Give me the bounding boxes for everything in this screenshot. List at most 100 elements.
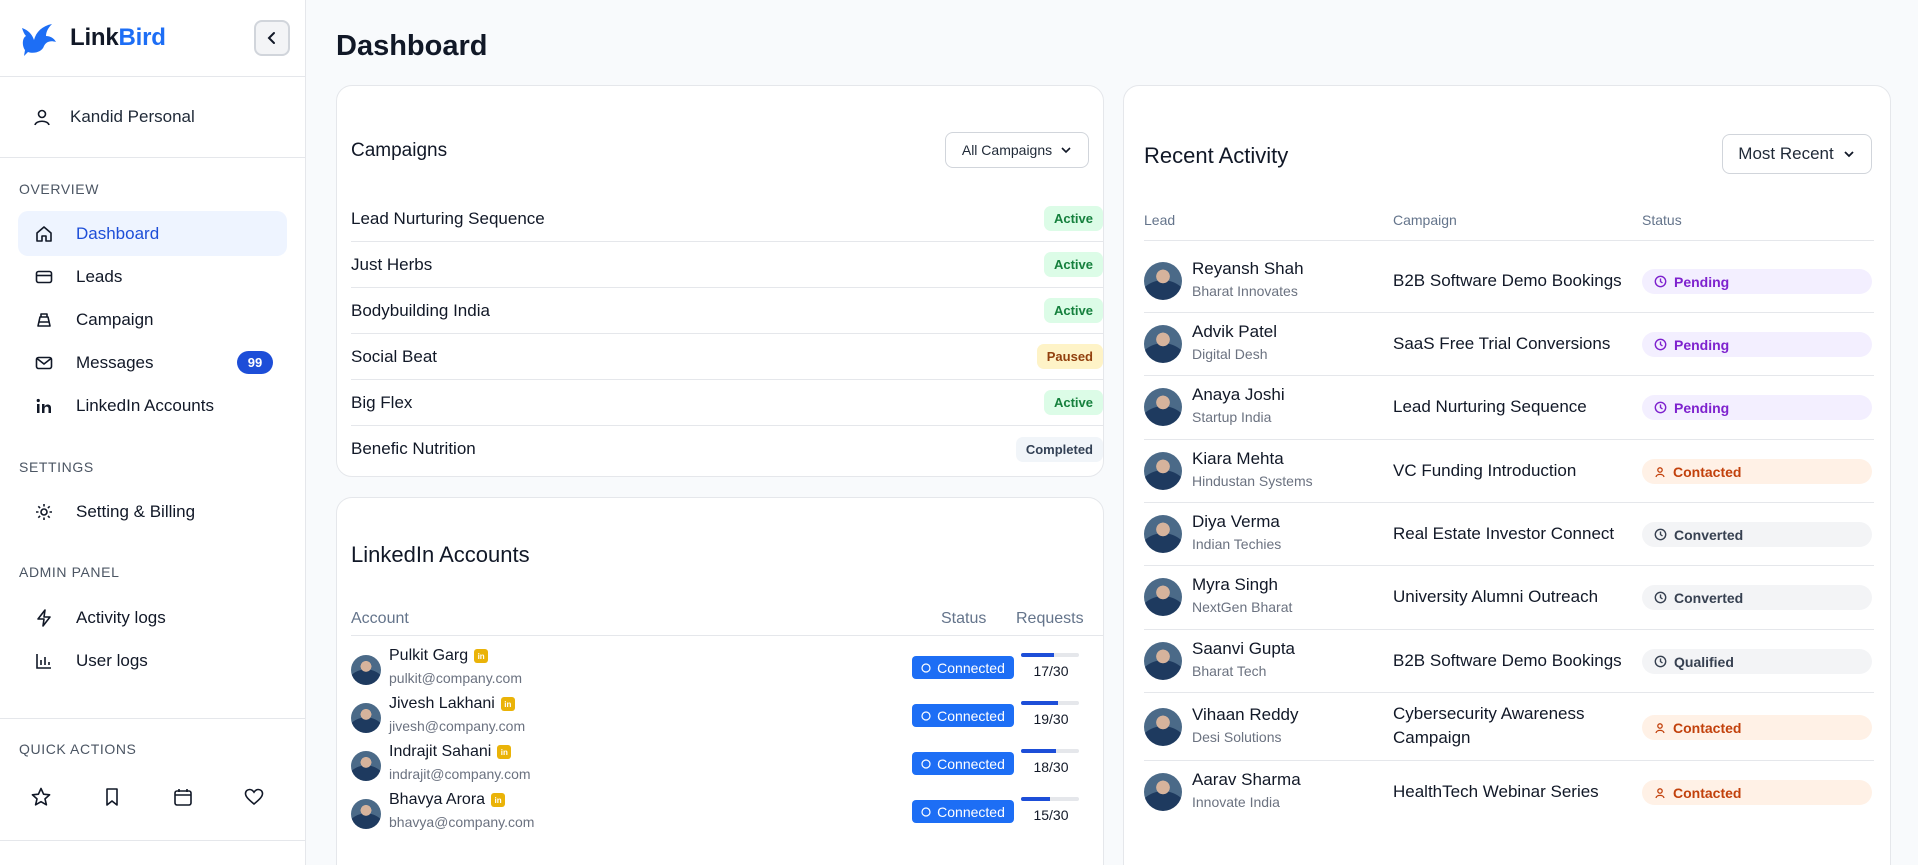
connected-label: Connected xyxy=(937,659,1005,676)
user-icon xyxy=(1655,466,1665,477)
account-name: Jivesh Lakhani in xyxy=(389,695,515,713)
bar-chart-icon xyxy=(36,653,51,669)
progress-track xyxy=(1021,701,1079,705)
status-badge: Active xyxy=(1043,298,1103,323)
linkedin-icon xyxy=(36,398,51,413)
nav-item-dashboard[interactable]: Dashboard xyxy=(18,211,287,256)
status-badge: Pending xyxy=(1642,395,1872,420)
activity-row[interactable]: Anaya Joshi Startup India Lead Nurturing… xyxy=(1144,376,1874,440)
avatar xyxy=(351,703,381,733)
nav-item-linkedin-accounts[interactable]: LinkedIn Accounts xyxy=(18,383,287,428)
page-title: Dashboard xyxy=(336,30,488,62)
requests-progress: 15/30 xyxy=(1021,797,1081,823)
activity-row[interactable]: Saanvi Gupta Bharat Tech B2B Software De… xyxy=(1144,630,1874,693)
lead-company: Innovate India xyxy=(1192,794,1280,810)
lead-name: Reyansh Shah xyxy=(1192,259,1304,278)
campaign-row[interactable]: Social Beat Paused xyxy=(351,334,1103,380)
campaign-row[interactable]: Just Herbs Active xyxy=(351,242,1103,288)
account-email: bhavya@company.com xyxy=(389,814,535,830)
account-switcher[interactable]: Kandid Personal xyxy=(0,77,305,158)
account-email: indrajit@company.com xyxy=(389,766,531,782)
status-badge: Active xyxy=(1043,252,1103,277)
campaign-icon xyxy=(37,312,51,327)
nav-label-user-logs: User logs xyxy=(76,650,148,670)
brand-header: LinkBird xyxy=(0,0,305,77)
campaign-row[interactable]: Big Flex Active xyxy=(351,380,1103,426)
sidebar-divider-bottom xyxy=(0,840,306,841)
campaign-filter-dropdown[interactable]: All Campaigns xyxy=(945,132,1089,168)
linkedin-account-row[interactable]: Pulkit Garg in pulkit@company.com Connect… xyxy=(351,643,1103,691)
nav-label-messages: Messages xyxy=(76,352,154,372)
col-requests: Requests xyxy=(1016,610,1084,627)
connected-label: Connected xyxy=(937,707,1005,724)
activity-row[interactable]: Diya Verma Indian Techies Real Estate In… xyxy=(1144,503,1874,566)
account-name: Pulkit Garg in xyxy=(389,647,489,665)
activity-row[interactable]: Kiara Mehta Hindustan Systems VC Funding… xyxy=(1144,440,1874,503)
status-badge: Pending xyxy=(1642,332,1872,357)
activity-row[interactable]: Advik Patel Digital Desh SaaS Free Trial… xyxy=(1144,313,1874,376)
campaign-row[interactable]: Bodybuilding India Active xyxy=(351,288,1103,334)
calendar-icon[interactable] xyxy=(172,786,194,808)
lead-company: Bharat Tech xyxy=(1192,663,1267,679)
messages-count-badge: 99 xyxy=(237,351,273,374)
requests-count: 15/30 xyxy=(1033,807,1069,823)
lead-company: Indian Techies xyxy=(1192,536,1282,552)
star-icon[interactable] xyxy=(30,786,52,808)
campaign-row[interactable]: Benefic Nutrition Completed xyxy=(351,426,1103,472)
linkedin-account-row[interactable]: Jivesh Lakhani in jivesh@company.com Conn… xyxy=(351,691,1103,739)
campaign-name: Bodybuilding India xyxy=(351,300,490,320)
activity-sort-dropdown[interactable]: Most Recent xyxy=(1722,134,1872,174)
campaign-name: Social Beat xyxy=(351,346,437,366)
collapse-sidebar-button[interactable] xyxy=(254,20,290,56)
progress-track xyxy=(1021,797,1079,801)
nav-label-linkedin-accounts: LinkedIn Accounts xyxy=(76,395,214,415)
nav-label-activity-logs: Activity logs xyxy=(76,607,166,627)
heart-icon[interactable] xyxy=(243,786,265,808)
activity-row[interactable]: Vihaan Reddy Desi Solutions Cybersecurit… xyxy=(1144,693,1874,761)
progress-fill xyxy=(1021,653,1055,657)
bird-logo-icon[interactable] xyxy=(18,18,58,58)
account-name: Indrajit Sahani in xyxy=(389,743,512,761)
connected-badge: Connected xyxy=(912,800,1014,823)
linkedin-account-row[interactable]: Bhavya Arora in bhavya@company.com Connec… xyxy=(351,787,1103,835)
linkedin-icon: in xyxy=(474,649,489,663)
nav-label-campaign: Campaign xyxy=(76,309,154,329)
linkedin-account-row[interactable]: Indrajit Sahani in indrajit@company.com C… xyxy=(351,739,1103,787)
status-badge: Paused xyxy=(1036,344,1103,369)
campaign-row[interactable]: Lead Nurturing Sequence Active xyxy=(351,196,1103,242)
requests-progress: 18/30 xyxy=(1021,749,1081,775)
account-email: pulkit@company.com xyxy=(389,670,522,686)
status-badge: Converted xyxy=(1642,585,1872,610)
nav-item-campaign[interactable]: Campaign xyxy=(18,297,287,342)
activity-row[interactable]: Reyansh Shah Bharat Innovates B2B Softwa… xyxy=(1144,250,1874,313)
col-lead: Lead xyxy=(1144,212,1176,228)
nav-item-activity-logs[interactable]: Activity logs xyxy=(18,595,287,640)
requests-progress: 17/30 xyxy=(1021,653,1081,679)
activity-sort-label: Most Recent xyxy=(1738,144,1834,163)
mail-icon xyxy=(35,356,53,369)
activity-row[interactable]: Aarav Sharma Innovate India HealthTech W… xyxy=(1144,761,1874,824)
account-email: jivesh@company.com xyxy=(389,718,526,734)
avatar xyxy=(1144,515,1182,553)
progress-track xyxy=(1021,749,1079,753)
nav-item-messages[interactable]: Messages 99 xyxy=(18,340,287,385)
nav-item-user-logs[interactable]: User logs xyxy=(18,638,287,683)
campaign-name: Just Herbs xyxy=(351,254,433,274)
nav-label-setting-billing: Setting & Billing xyxy=(76,501,196,521)
campaigns-title: Campaigns xyxy=(351,140,448,161)
chevron-down-icon xyxy=(1844,151,1854,158)
lead-name: Myra Singh xyxy=(1192,575,1278,594)
status-badge: Active xyxy=(1043,206,1103,231)
section-title-overview: OVERVIEW xyxy=(19,181,100,197)
progress-fill xyxy=(1021,701,1058,705)
nav-item-leads[interactable]: Leads xyxy=(18,254,287,299)
bolt-icon xyxy=(37,608,51,627)
status-label: Contacted xyxy=(1673,463,1742,480)
progress-fill xyxy=(1021,797,1050,801)
nav-item-setting-billing[interactable]: Setting & Billing xyxy=(18,489,287,534)
avatar xyxy=(1144,578,1182,616)
bookmark-icon[interactable] xyxy=(101,786,123,808)
status-badge: Active xyxy=(1043,390,1103,415)
activity-row[interactable]: Myra Singh NextGen Bharat University Alu… xyxy=(1144,566,1874,630)
lead-campaign: HealthTech Webinar Series xyxy=(1393,782,1599,801)
